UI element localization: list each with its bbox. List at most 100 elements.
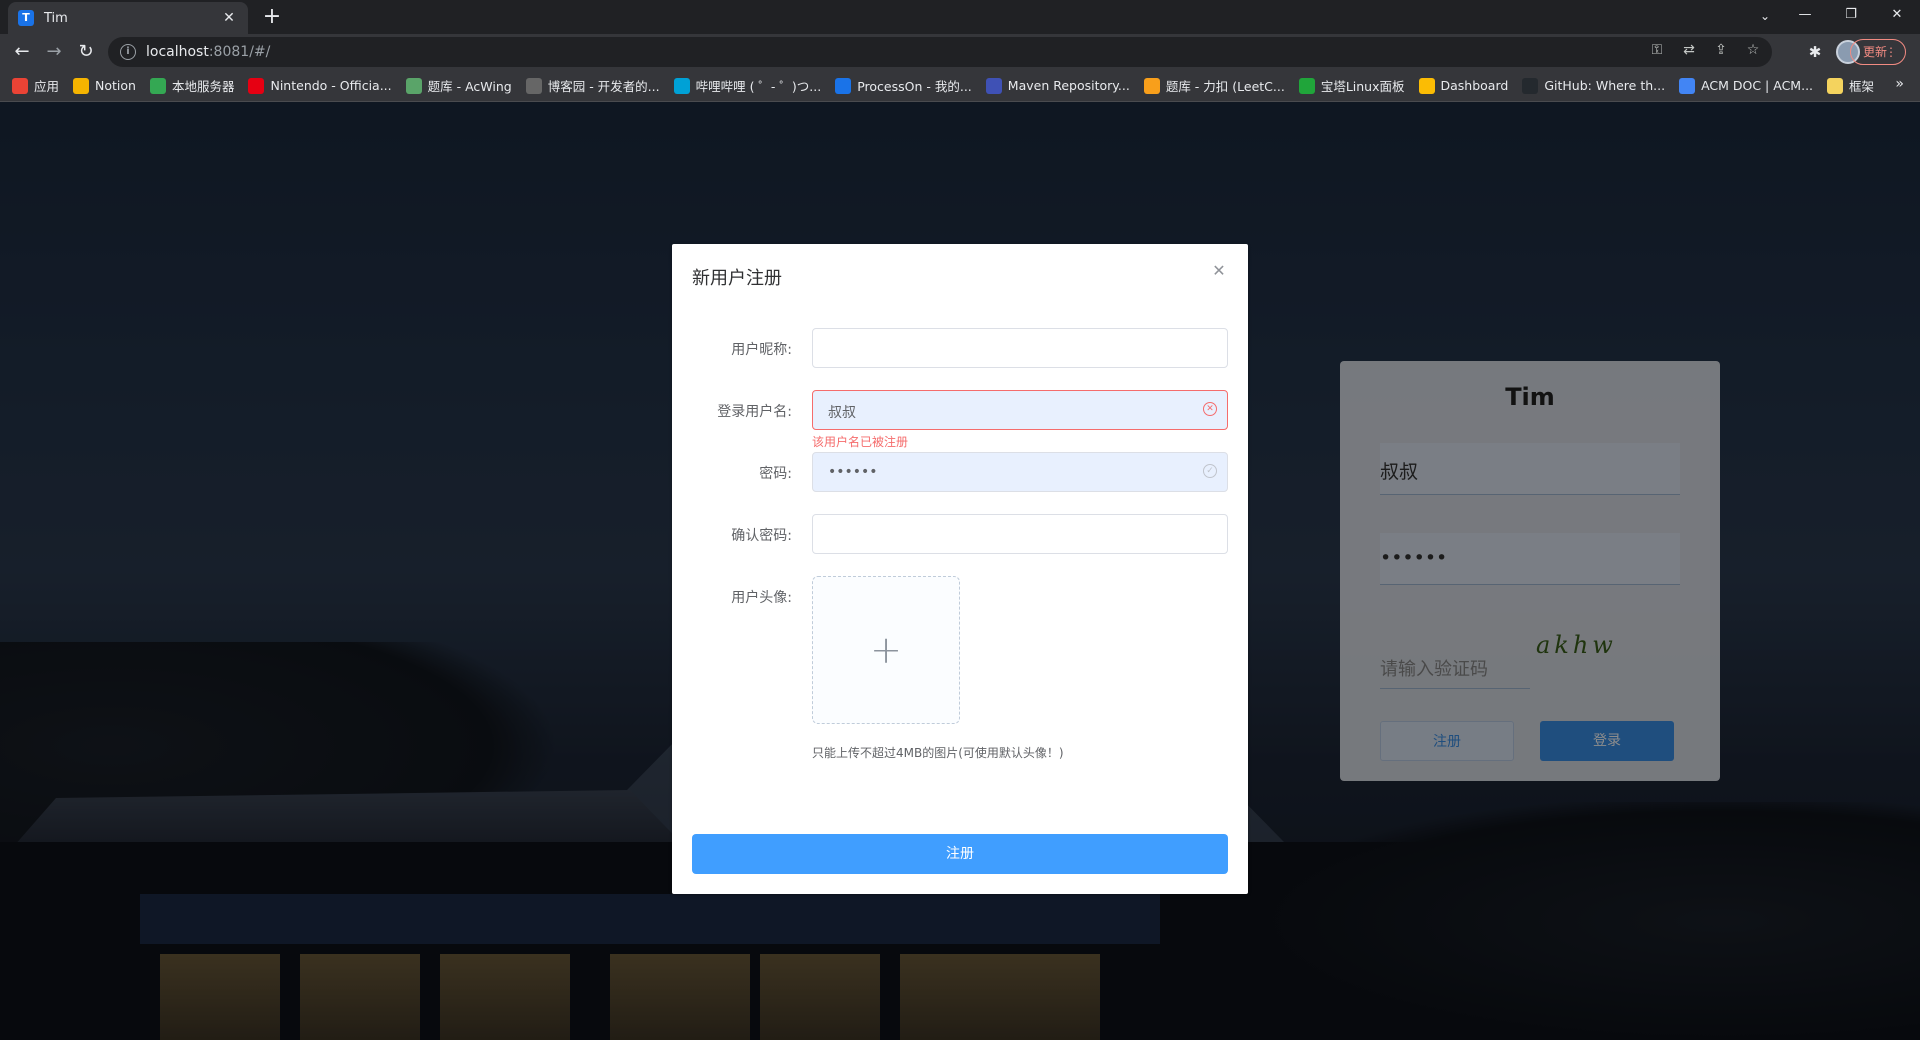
page-content: Tim 叔叔 •••••• 请输入验证码 akhw 注册 登录 新用户注册 ✕ … xyxy=(0,102,1920,1040)
nickname-input[interactable] xyxy=(812,328,1228,368)
bookmark-item[interactable]: 博客园 - 开发者的... xyxy=(525,76,660,95)
username-input-value: 叔叔 xyxy=(828,405,856,421)
form-row-confirm-password: 确认密码: xyxy=(672,514,1248,554)
back-icon[interactable]: ← xyxy=(8,38,36,66)
window-controls: — ❐ ✕ xyxy=(1782,0,1920,30)
upload-tip: 只能上传不超过4MB的图片(可使用默认头像！) xyxy=(812,746,1064,760)
form-row-username: 登录用户名: 叔叔 ✕ xyxy=(672,390,1248,430)
bookmark-star-icon[interactable]: ☆ xyxy=(1744,42,1762,58)
tab-close-icon[interactable]: ✕ xyxy=(220,10,238,26)
bookmark-item[interactable]: GitHub: Where th... xyxy=(1522,77,1666,94)
bookmark-label: Maven Repository... xyxy=(1007,78,1130,93)
update-button[interactable]: 更新 ⋮ xyxy=(1850,39,1906,65)
dialog-close-icon[interactable]: ✕ xyxy=(1210,262,1228,280)
bookmarks-overflow-icon[interactable]: » xyxy=(1895,76,1904,92)
site-info-icon[interactable]: i xyxy=(120,44,136,60)
translate-icon[interactable]: ⇄ xyxy=(1680,42,1698,58)
bookmark-item[interactable]: Maven Repository... xyxy=(985,77,1130,94)
address-bar[interactable]: i localhost:8081/#/ ⚿ ⇄ ⇪ ☆ xyxy=(108,37,1772,67)
maven-icon xyxy=(985,77,1002,94)
form-row-password: 密码: •••••• ✓ xyxy=(672,452,1248,492)
bookmark-label: Notion xyxy=(95,78,136,93)
bookmark-label: 宝塔Linux面板 xyxy=(1320,79,1405,94)
nickname-label: 用户昵称: xyxy=(731,342,792,358)
password-input-value: •••••• xyxy=(828,464,878,480)
bookmark-label: Nintendo - Officia... xyxy=(270,78,392,93)
acwing-icon xyxy=(405,77,422,94)
cnblogs-icon xyxy=(525,77,542,94)
bilibili-icon xyxy=(673,77,690,94)
url-host: localhost xyxy=(146,44,209,60)
notion-icon xyxy=(73,77,90,94)
browser-toolbar: ← → ↻ i localhost:8081/#/ ⚿ ⇄ ⇪ ☆ ✱ 更新 ⋮ xyxy=(0,34,1920,70)
server-icon xyxy=(149,77,166,94)
url-path: :8081/#/ xyxy=(208,44,271,60)
bookmark-label: 题库 - 力扣 (LeetC... xyxy=(1165,79,1285,94)
confirm-password-input[interactable] xyxy=(812,514,1228,554)
bookmark-item[interactable]: Nintendo - Officia... xyxy=(248,77,392,94)
avatar-uploader[interactable]: + xyxy=(812,576,960,724)
github-icon xyxy=(1522,77,1539,94)
form-row-nickname: 用户昵称: xyxy=(672,328,1248,368)
update-label: 更新 xyxy=(1863,45,1888,59)
bookmark-label: 博客园 - 开发者的... xyxy=(547,79,660,94)
bookmark-item[interactable]: 题库 - 力扣 (LeetC... xyxy=(1143,76,1285,95)
bookmark-label: 本地服务器 xyxy=(171,79,235,94)
bookmark-label: 哔哩哔哩 ( ゜- ゜)つ... xyxy=(695,79,822,94)
extensions-icon[interactable]: ✱ xyxy=(1804,38,1826,66)
nintendo-icon xyxy=(248,77,265,94)
bookmark-item[interactable]: 宝塔Linux面板 xyxy=(1298,76,1405,95)
bookmark-item[interactable]: 哔哩哔哩 ( ゜- ゜)つ... xyxy=(673,76,822,95)
bookmark-label: GitHub: Where th... xyxy=(1544,78,1666,93)
dialog-title: 新用户注册 xyxy=(692,268,782,289)
bookmark-item[interactable]: 题库 - AcWing xyxy=(405,76,512,95)
tab-search-icon[interactable]: ⌄ xyxy=(1750,3,1780,29)
processon-icon xyxy=(835,77,852,94)
bookmark-label: 框架 xyxy=(1849,79,1875,94)
tab-strip: T Tim ✕ + ⌄ — ❐ ✕ xyxy=(0,0,1920,34)
register-dialog: 新用户注册 ✕ 用户昵称: 登录用户名: 叔叔 ✕ 该用户名已被注册 密码: •… xyxy=(672,244,1248,894)
bookmark-item[interactable]: 本地服务器 xyxy=(149,76,235,95)
acm-icon xyxy=(1679,77,1696,94)
bt-icon xyxy=(1298,77,1315,94)
username-label: 登录用户名: xyxy=(717,404,792,420)
omnibox-actions: ⚿ ⇄ ⇪ ☆ xyxy=(1648,42,1762,58)
key-icon[interactable]: ⚿ xyxy=(1648,42,1666,58)
confirm-password-label: 确认密码: xyxy=(731,528,792,544)
apps-icon xyxy=(12,77,28,94)
more-menu-icon: ⋮ xyxy=(1885,45,1897,59)
input-success-icon: ✓ xyxy=(1203,464,1217,478)
reload-icon[interactable]: ↻ xyxy=(72,38,100,66)
new-tab-button[interactable]: + xyxy=(258,4,286,32)
folder-icon xyxy=(1827,77,1844,94)
input-error-icon: ✕ xyxy=(1203,402,1217,416)
share-icon[interactable]: ⇪ xyxy=(1712,42,1730,58)
restore-icon[interactable]: ❐ xyxy=(1828,0,1874,30)
bookmark-item[interactable]: 应用 xyxy=(12,76,59,95)
window-close-icon[interactable]: ✕ xyxy=(1874,0,1920,30)
dashboard-icon xyxy=(1418,77,1435,94)
bookmark-label: ProcessOn - 我的... xyxy=(857,79,972,94)
avatar-label: 用户头像: xyxy=(731,590,792,606)
bookmark-item[interactable]: Notion xyxy=(73,77,136,94)
plus-icon: + xyxy=(870,628,902,672)
minimize-icon[interactable]: — xyxy=(1782,0,1828,30)
forward-icon[interactable]: → xyxy=(40,38,68,66)
tab-title: Tim xyxy=(44,10,68,26)
bookmarks-bar: 应用 Notion 本地服务器 Nintendo - Officia... 题库 - A… xyxy=(0,70,1920,102)
bookmark-label: 应用 xyxy=(34,79,60,94)
username-input[interactable]: 叔叔 ✕ xyxy=(812,390,1228,430)
bookmark-item[interactable]: 框架 xyxy=(1827,76,1874,95)
register-submit-button[interactable]: 注册 xyxy=(692,834,1228,874)
password-label: 密码: xyxy=(759,466,792,482)
bookmark-label: 题库 - AcWing xyxy=(427,79,512,94)
browser-tab[interactable]: T Tim ✕ xyxy=(8,2,248,34)
bookmark-item[interactable]: ACM DOC | ACM... xyxy=(1679,77,1814,94)
username-error-message: 该用户名已被注册 xyxy=(812,435,909,449)
bookmark-label: Dashboard xyxy=(1440,78,1509,93)
bookmark-label: ACM DOC | ACM... xyxy=(1701,78,1814,93)
bookmark-item[interactable]: Dashboard xyxy=(1418,77,1509,94)
form-row-avatar: 用户头像: xyxy=(672,576,1248,616)
bookmark-item[interactable]: ProcessOn - 我的... xyxy=(835,76,972,95)
password-input[interactable]: •••••• ✓ xyxy=(812,452,1228,492)
